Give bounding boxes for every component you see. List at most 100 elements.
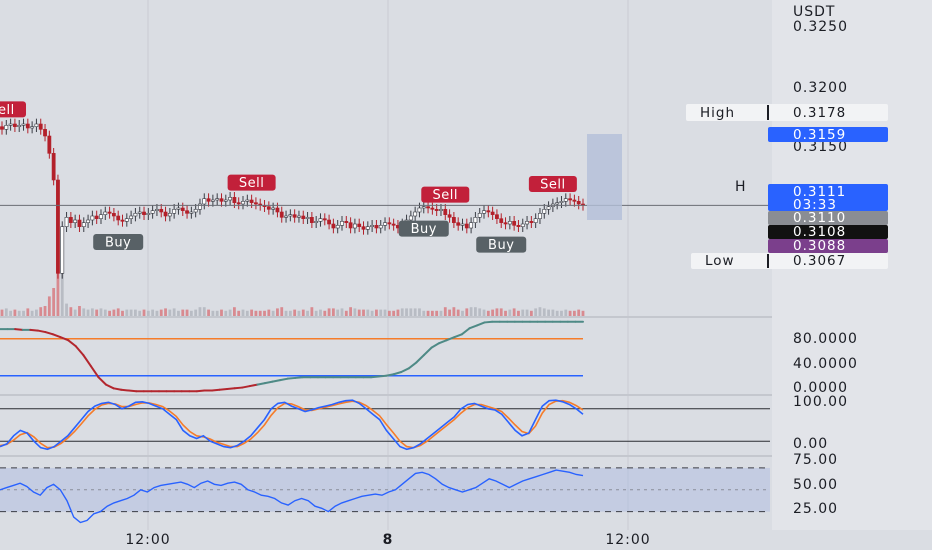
volume-bar <box>288 310 292 316</box>
volume-bar <box>344 310 348 316</box>
candle-body <box>129 215 134 219</box>
volume-bar <box>198 307 202 316</box>
candle-body <box>43 129 47 137</box>
candle-body <box>473 217 478 223</box>
candle-body <box>335 225 340 229</box>
volume-bar <box>69 307 73 316</box>
volume-bar <box>121 310 124 316</box>
high-tag: High 0.3178 <box>686 104 888 121</box>
candle-body <box>159 209 164 213</box>
candle-body <box>568 198 572 201</box>
candle-body <box>340 221 344 226</box>
volume-bar <box>478 308 482 316</box>
volume-bar <box>297 310 301 316</box>
candle-body <box>357 223 362 227</box>
pane-separator[interactable] <box>0 316 772 318</box>
volume-bar <box>185 309 189 316</box>
candle-body <box>185 210 189 214</box>
volume-bar <box>215 310 219 316</box>
candle-body <box>103 211 108 215</box>
candle-body <box>525 221 529 225</box>
candle-body <box>520 223 525 227</box>
time-label: 12:00 <box>125 532 170 548</box>
volume-bar <box>263 310 266 316</box>
volume-bar <box>250 309 254 316</box>
candle-body <box>430 207 435 210</box>
candle-body <box>387 222 392 225</box>
trading-chart[interactable]: USDT 0.3250 0.3200 0.3150 SellBuySellBuy… <box>0 0 932 550</box>
volume-bar <box>233 307 236 316</box>
candle-body <box>228 197 232 201</box>
candle-body <box>163 211 168 217</box>
volume-bar <box>469 307 473 316</box>
volume-bar <box>375 309 378 316</box>
candle-body <box>348 222 353 229</box>
candle-body <box>413 211 418 217</box>
pane-separator[interactable] <box>0 394 772 396</box>
volume-bar <box>73 309 77 316</box>
volume-bar <box>168 309 172 316</box>
volume-bar <box>517 310 520 316</box>
candle-body <box>271 207 276 210</box>
candle-body <box>275 207 280 213</box>
volume-bar <box>405 308 408 316</box>
trend-segment <box>29 328 39 332</box>
volume-bar <box>211 310 215 316</box>
pane-separator[interactable] <box>0 455 772 457</box>
volume-bar <box>323 310 327 316</box>
volume-bar <box>456 309 460 316</box>
volume-bar <box>194 309 198 316</box>
candle-body <box>314 221 319 223</box>
candle-body <box>533 218 538 223</box>
candle-body <box>464 223 469 229</box>
volume-bar <box>396 309 400 316</box>
volume-bar <box>379 309 383 316</box>
volume-bar <box>504 310 507 316</box>
volume-bar <box>564 309 568 316</box>
candle-body <box>124 218 129 222</box>
candle-body <box>56 179 60 274</box>
candle-body <box>189 211 194 214</box>
currency-label: USDT <box>793 4 835 20</box>
high-marker-label: H <box>735 179 747 195</box>
candle-body <box>38 123 43 130</box>
candle-body <box>4 125 9 130</box>
candle-body <box>292 214 297 218</box>
volume-bar <box>491 309 495 316</box>
low-label: Low <box>705 253 735 269</box>
volume-bar <box>108 310 111 316</box>
candle-body <box>309 217 314 223</box>
volume-bar <box>495 308 499 316</box>
trend-tick: 40.0000 <box>793 356 858 372</box>
volume-bar <box>560 310 563 316</box>
volume-bar <box>207 309 210 316</box>
stoch-tick: 100.00 <box>793 394 848 410</box>
volume-bar <box>551 309 555 316</box>
volume-bar <box>353 308 357 316</box>
candle-body <box>241 201 245 205</box>
volume-bar <box>439 310 443 316</box>
volume-bar <box>129 309 133 316</box>
volume-bar <box>254 310 258 316</box>
candle-body <box>460 223 465 226</box>
candle-body <box>426 206 430 209</box>
volume-bar <box>306 310 309 316</box>
volume-bar <box>310 307 314 316</box>
trend-segment <box>286 376 297 380</box>
candle-body <box>68 217 73 223</box>
volume-bar <box>276 308 279 316</box>
volume-bar <box>555 310 559 316</box>
volume-bar <box>30 310 34 316</box>
candle-body <box>120 219 125 222</box>
volume-bar <box>301 309 305 316</box>
volume-bar <box>577 309 581 316</box>
volume-bar <box>17 310 21 316</box>
candle-body <box>47 135 52 154</box>
sell-signal-label: Sell <box>0 103 15 118</box>
candle-body <box>215 198 220 201</box>
volume-bar <box>116 308 120 316</box>
candle-body <box>279 211 284 218</box>
volume-bar <box>572 310 576 316</box>
volume-bar <box>112 309 116 316</box>
volume-bar <box>547 309 550 316</box>
